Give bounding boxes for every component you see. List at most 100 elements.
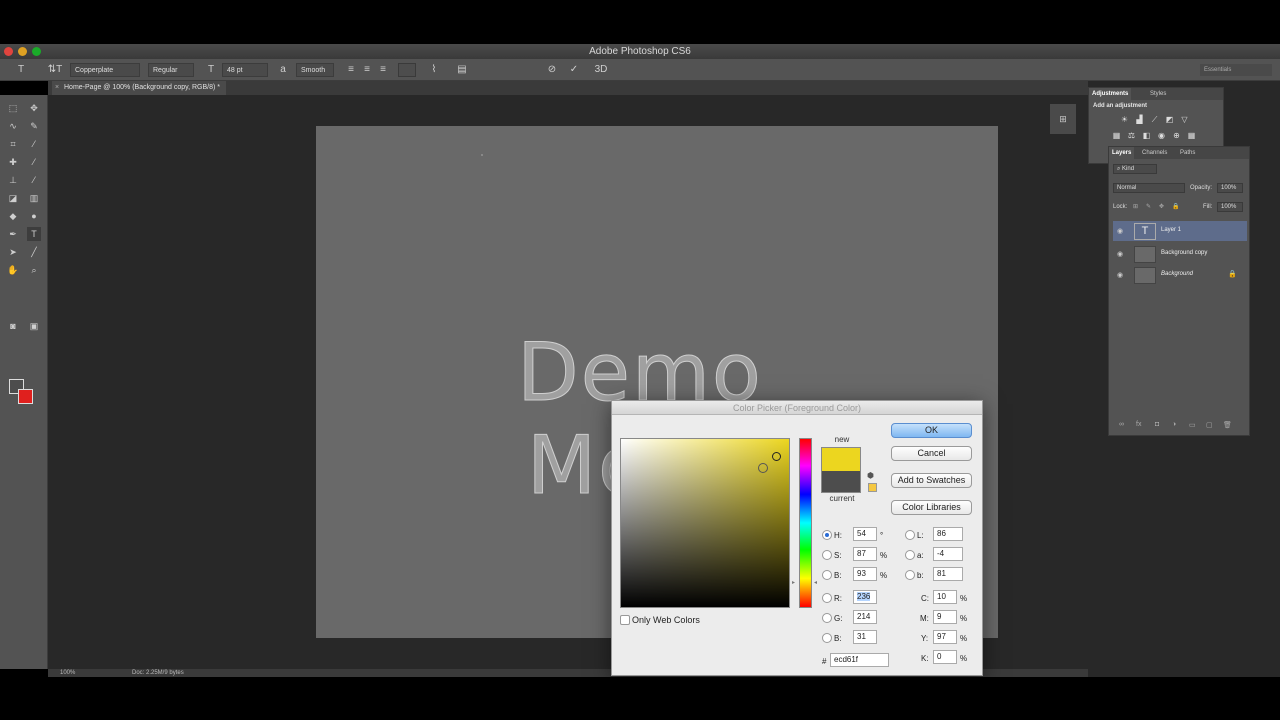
hex-input[interactable]: ecd61f xyxy=(830,653,889,667)
exposure-icon[interactable]: ◩ xyxy=(1164,114,1175,125)
cyan-input[interactable]: 10 xyxy=(933,590,957,604)
new-group-icon[interactable]: ▭ xyxy=(1189,421,1196,429)
link-layers-icon[interactable]: ∞ xyxy=(1119,421,1124,428)
black-white-icon[interactable]: ◧ xyxy=(1141,130,1152,141)
green-input[interactable]: 214 xyxy=(853,610,877,624)
dodge-tool-icon[interactable]: ● xyxy=(27,209,41,223)
history-brush-tool-icon[interactable]: ⁄ xyxy=(27,173,41,187)
new-adjustment-icon[interactable]: ◑ xyxy=(1172,421,1176,428)
font-family-select[interactable]: Copperplate xyxy=(70,63,140,77)
visibility-eye-icon[interactable]: ◉ xyxy=(1117,227,1123,235)
line-tool-icon[interactable]: ╱ xyxy=(27,245,41,259)
character-panel-icon[interactable]: ▤ xyxy=(455,63,469,77)
color-selection-ring[interactable] xyxy=(772,452,781,461)
add-mask-icon[interactable]: ◘ xyxy=(1155,421,1159,428)
path-select-tool-icon[interactable]: ➤ xyxy=(6,245,20,259)
tab-adjustments[interactable]: Adjustments xyxy=(1089,88,1132,100)
text-color-swatch[interactable] xyxy=(398,63,416,77)
hue-slider-left-arrow-icon[interactable]: ▸ xyxy=(792,579,795,586)
out-of-gamut-warning-icon[interactable]: ⬢ xyxy=(867,471,874,480)
levels-icon[interactable]: ▟ xyxy=(1134,114,1145,125)
hue-saturation-icon[interactable]: ▦ xyxy=(1111,130,1122,141)
web-safe-color-swatch[interactable] xyxy=(868,483,877,492)
black-input[interactable]: 0 xyxy=(933,650,957,664)
ok-button[interactable]: OK xyxy=(891,423,972,438)
b-channel-radio[interactable] xyxy=(905,570,915,580)
document-size[interactable]: Doc: 2.25M/9 bytes xyxy=(132,669,184,677)
type-tool-preset-icon[interactable]: T xyxy=(14,63,28,77)
eraser-tool-icon[interactable]: ◪ xyxy=(6,191,20,205)
align-center-icon[interactable]: ≡ xyxy=(360,63,374,77)
close-tab-icon[interactable]: × xyxy=(55,81,59,95)
layer-kind-filter[interactable]: ⌕ Kind xyxy=(1113,164,1157,174)
lightness-input[interactable]: 86 xyxy=(933,527,963,541)
magenta-input[interactable]: 9 xyxy=(933,610,957,624)
add-to-swatches-button[interactable]: Add to Swatches xyxy=(891,473,972,488)
quick-mask-icon[interactable]: ◙ xyxy=(6,319,20,333)
crop-tool-icon[interactable]: ⌗ xyxy=(6,137,20,151)
3d-text-icon[interactable]: 3D xyxy=(594,63,608,77)
tab-layers[interactable]: Layers xyxy=(1109,147,1135,159)
layer-row[interactable]: ◉ T Layer 1 xyxy=(1113,221,1247,241)
tab-channels[interactable]: Channels xyxy=(1139,147,1170,159)
layer-name[interactable]: Background copy xyxy=(1161,250,1207,256)
lock-icons[interactable]: ⊞✎✥🔒 xyxy=(1133,203,1188,210)
blend-mode-select[interactable]: Normal xyxy=(1113,183,1185,193)
hue-input[interactable]: 54 xyxy=(853,527,877,541)
screen-mode-icon[interactable]: ▣ xyxy=(27,319,41,333)
saturation-radio[interactable] xyxy=(822,550,832,560)
zoom-window-button[interactable] xyxy=(32,47,41,56)
cancel-edit-icon[interactable]: ⊘ xyxy=(545,63,559,77)
color-lookup-icon[interactable]: ▦ xyxy=(1186,130,1197,141)
toggle-orientation-icon[interactable]: ⇅T xyxy=(46,63,64,77)
red-input[interactable]: 236 xyxy=(853,590,877,604)
warp-text-icon[interactable]: ⌇ xyxy=(427,63,441,77)
channel-mixer-icon[interactable]: ⊕ xyxy=(1171,130,1182,141)
clone-stamp-tool-icon[interactable]: ⊥ xyxy=(6,173,20,187)
green-radio[interactable] xyxy=(822,613,832,623)
commit-edit-icon[interactable]: ✓ xyxy=(567,63,581,77)
antialias-select[interactable]: Smooth xyxy=(296,63,334,77)
pen-tool-icon[interactable]: ✒ xyxy=(6,227,20,241)
layer-row[interactable]: ◉ Background copy xyxy=(1113,244,1247,264)
visibility-eye-icon[interactable]: ◉ xyxy=(1117,271,1123,279)
marquee-tool-icon[interactable]: ⬚ xyxy=(6,101,20,115)
minimize-window-button[interactable] xyxy=(18,47,27,56)
hue-slider-right-arrow-icon[interactable]: ◂ xyxy=(814,579,817,586)
brightness-input[interactable]: 93 xyxy=(853,567,877,581)
new-layer-icon[interactable]: ▢ xyxy=(1206,421,1213,429)
eyedropper-tool-icon[interactable]: ⁄ xyxy=(27,137,41,151)
cancel-button[interactable]: Cancel xyxy=(891,446,972,461)
curves-icon[interactable]: ⟋ xyxy=(1149,114,1160,125)
close-window-button[interactable] xyxy=(4,47,13,56)
tab-styles[interactable]: Styles xyxy=(1147,88,1169,100)
font-style-select[interactable]: Regular xyxy=(148,63,194,77)
a-channel-input[interactable]: -4 xyxy=(933,547,963,561)
layer-name[interactable]: Layer 1 xyxy=(1161,227,1181,233)
color-balance-icon[interactable]: ⚖ xyxy=(1126,130,1137,141)
blue-radio[interactable] xyxy=(822,633,832,643)
color-libraries-button[interactable]: Color Libraries xyxy=(891,500,972,515)
collapsed-panel-icon[interactable]: ⊞ xyxy=(1050,104,1076,134)
blue-input[interactable]: 31 xyxy=(853,630,877,644)
fill-input[interactable]: 100% xyxy=(1217,202,1243,212)
saturation-input[interactable]: 87 xyxy=(853,547,877,561)
lightness-radio[interactable] xyxy=(905,530,915,540)
healing-brush-tool-icon[interactable]: ✚ xyxy=(6,155,20,169)
layer-row[interactable]: ◉ Background 🔒 xyxy=(1113,265,1247,285)
align-right-icon[interactable]: ≡ xyxy=(376,63,390,77)
delete-layer-icon[interactable]: 🗑 xyxy=(1223,421,1232,429)
blur-tool-icon[interactable]: ◆ xyxy=(6,209,20,223)
only-web-colors-checkbox[interactable] xyxy=(620,615,630,625)
font-size-select[interactable]: 48 pt xyxy=(222,63,268,77)
type-tool-icon[interactable]: T xyxy=(27,227,41,241)
yellow-input[interactable]: 97 xyxy=(933,630,957,644)
brush-tool-icon[interactable]: ⁄ xyxy=(27,155,41,169)
a-channel-radio[interactable] xyxy=(905,550,915,560)
brightness-contrast-icon[interactable]: ☀ xyxy=(1119,114,1130,125)
saturation-brightness-field[interactable] xyxy=(620,438,790,608)
current-color-swatch[interactable] xyxy=(821,471,861,493)
hue-radio[interactable] xyxy=(822,530,832,540)
background-color-swatch[interactable] xyxy=(18,389,33,404)
move-tool-icon[interactable]: ✥ xyxy=(27,101,41,115)
